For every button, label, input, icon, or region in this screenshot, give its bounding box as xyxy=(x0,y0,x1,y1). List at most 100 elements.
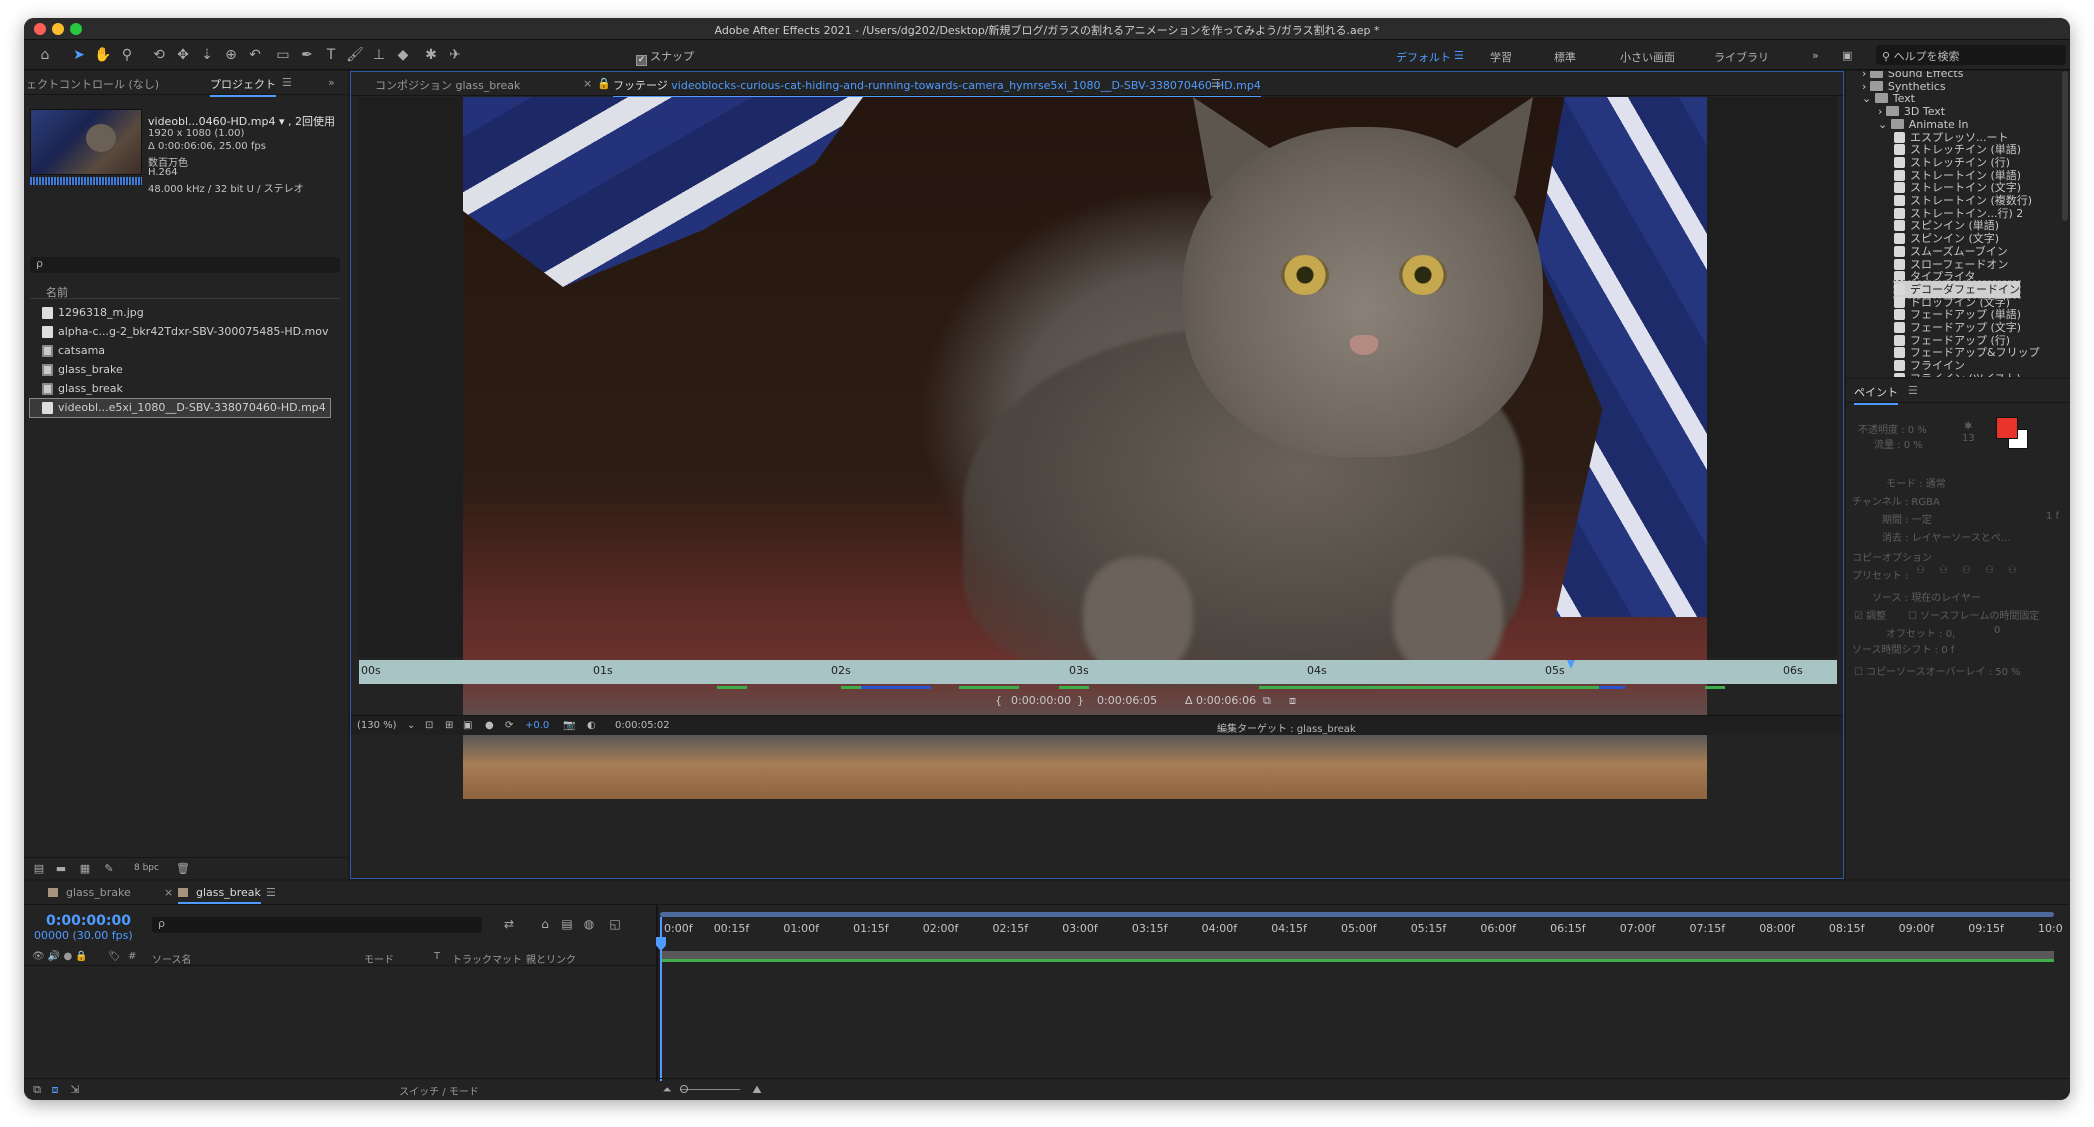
zoom-slider-knob[interactable] xyxy=(680,1085,688,1093)
dolly-camera-icon[interactable]: ⇣ xyxy=(198,46,216,64)
chevron-down-icon[interactable]: ⌄ xyxy=(1862,92,1875,105)
workspace-default[interactable]: デフォルト xyxy=(1396,49,1451,65)
draft-3d-icon[interactable]: ⌂ xyxy=(536,915,554,933)
dropdown-chevron-icon[interactable]: ⌄ xyxy=(407,720,415,731)
column-parent-link[interactable]: 親とリンク xyxy=(526,951,576,966)
time-navigator[interactable] xyxy=(660,912,2054,917)
magnification-dropdown[interactable]: (130 %) xyxy=(357,720,397,731)
column-number[interactable]: # xyxy=(128,951,136,962)
effects-scrollbar[interactable] xyxy=(2062,71,2068,221)
fit-icon[interactable]: ⊡ xyxy=(425,720,433,731)
tab-paint[interactable]: ペイント xyxy=(1854,384,1898,405)
workspace-standard[interactable]: 標準 xyxy=(1554,49,1576,65)
project-search-input[interactable]: ρ xyxy=(30,257,340,273)
eraser-tool-icon[interactable]: ◆ xyxy=(394,46,412,64)
workspace-libraries[interactable]: ライブラリ xyxy=(1714,49,1769,65)
zoom-in-icon[interactable]: ⛰ xyxy=(748,1081,766,1099)
column-source-name[interactable]: ソース名 xyxy=(152,951,192,966)
flow-field[interactable]: 流量 : 0 % xyxy=(1874,436,1923,451)
current-time-display[interactable]: 0:00:05:02 xyxy=(615,720,670,731)
clone-source-dropdown[interactable]: ソース : 現在のレイヤー xyxy=(1872,589,1981,604)
lock-source-time-checkbox[interactable]: ☐ ソースフレームの時間固定 xyxy=(1908,607,2039,622)
pen-tool-icon[interactable]: ✒ xyxy=(298,46,316,64)
mask-visibility-icon[interactable]: ▣ xyxy=(463,720,472,731)
color-channel-icon[interactable]: ● xyxy=(485,720,494,731)
home-icon[interactable]: ⌂ xyxy=(36,46,54,64)
out-point-bracket-icon[interactable]: } xyxy=(1077,694,1084,707)
snap-checkbox[interactable]: ✓ スナップ xyxy=(636,48,694,66)
interpret-footage-icon[interactable]: ▤ xyxy=(30,860,48,878)
tab-footage[interactable]: フッテージ videoblocks-curious-cat-hiding-and… xyxy=(613,77,1261,98)
frames-field[interactable]: 1 f xyxy=(2046,511,2059,522)
hand-tool-icon[interactable]: ✋ xyxy=(94,46,112,64)
foreground-color-swatch[interactable] xyxy=(1996,417,2018,439)
help-search-input[interactable]: ⚲ ヘルプを検索 xyxy=(1876,45,2066,65)
current-time-indicator[interactable] xyxy=(660,917,662,1081)
panel-menu-icon[interactable]: ☰ xyxy=(282,76,292,89)
shy-layers-icon[interactable]: ▤ xyxy=(558,915,576,933)
layer-switches-icon[interactable]: ⧉ xyxy=(28,1081,46,1099)
type-tool-icon[interactable]: T xyxy=(322,46,340,64)
chevron-down-icon[interactable]: ⌄ xyxy=(1878,118,1891,131)
av-features-icons[interactable]: 👁 🔊 ● 🔒 xyxy=(32,951,88,962)
brush-tip-icon[interactable]: ✱ xyxy=(1964,421,1972,432)
frame-blending-icon[interactable]: ◍ xyxy=(580,915,598,933)
column-track-matte[interactable]: トラックマット xyxy=(452,951,522,966)
motion-blur-icon[interactable]: ◱ xyxy=(606,915,624,933)
project-item[interactable]: catsama xyxy=(30,342,330,360)
project-item[interactable]: 1296318_m.jpg xyxy=(30,304,330,322)
clone-overlay-checkbox[interactable]: ☐ コピーソースオーバーレイ : 50 % xyxy=(1854,663,2021,678)
project-item[interactable]: glass_break xyxy=(30,380,330,398)
selection-tool-icon[interactable]: ➤ xyxy=(70,46,88,64)
column-t[interactable]: T xyxy=(434,951,440,962)
source-time-shift-field[interactable]: ソース時間シフト : 0 f xyxy=(1852,641,1954,656)
rectangle-tool-icon[interactable]: ▭ xyxy=(274,46,292,64)
exposure-value[interactable]: +0.0 xyxy=(525,720,549,731)
close-tab-icon[interactable]: × xyxy=(164,886,173,899)
aligned-checkbox[interactable]: ☑ 調整 xyxy=(1854,607,1886,622)
pan-behind-icon[interactable]: ⊕ xyxy=(222,46,240,64)
grid-icon[interactable]: ⊞ xyxy=(445,720,453,731)
tab-timeline-glass-break[interactable]: glass_break xyxy=(178,886,261,904)
footage-playhead[interactable] xyxy=(1566,660,1575,669)
expand-panels-icon[interactable]: » xyxy=(328,76,335,89)
zoom-slider[interactable] xyxy=(680,1089,740,1090)
channel-dropdown[interactable]: チャンネル : RGBA xyxy=(1852,493,1940,508)
column-header-name[interactable]: 名前 xyxy=(30,284,340,299)
stretch-icon[interactable]: ⇲ xyxy=(66,1081,84,1099)
show-snapshot-icon[interactable]: ◐ xyxy=(587,720,596,731)
viewer-canvas[interactable] xyxy=(359,97,1837,799)
orbit-camera-icon[interactable]: ⟲ xyxy=(150,46,168,64)
project-item[interactable]: alpha-c...g-2_bkr42Tdxr-SBV-300075485-HD… xyxy=(30,323,330,341)
transfer-controls-icon[interactable]: ⧈ xyxy=(46,1081,64,1099)
pan-camera-icon[interactable]: ✥ xyxy=(174,46,192,64)
footage-name[interactable]: videobl...0460-HD.mp4 ▾ , 2回使用 xyxy=(148,113,335,129)
viewer-panel-menu-icon[interactable]: ☰ xyxy=(1211,77,1221,90)
workspace-menu-icon[interactable]: ☰ xyxy=(1454,49,1464,62)
offset-field[interactable]: オフセット : 0, xyxy=(1886,625,1955,640)
tab-composition-glass-break[interactable]: コンポジション glass_break xyxy=(375,77,520,93)
tab-effect-controls[interactable]: ェクトコントロール (なし) xyxy=(26,76,159,92)
puppet-pin-icon[interactable]: ✈ xyxy=(446,46,464,64)
effect-preset-item[interactable]: フライイン (ツイスト) xyxy=(1894,370,2021,377)
label-icon[interactable]: 🏷 xyxy=(108,951,121,962)
tab-project[interactable]: プロジェクト xyxy=(210,76,276,97)
roto-brush-icon[interactable]: ✱ xyxy=(422,46,440,64)
comp-mini-flowchart-icon[interactable]: ⇄ xyxy=(500,915,518,933)
tab-timeline-glass-brake[interactable]: glass_brake xyxy=(48,886,131,899)
ripple-insert-icon[interactable]: ⧉ xyxy=(1263,694,1271,708)
project-settings-icon[interactable]: ✎ xyxy=(100,860,118,878)
lock-icon[interactable]: 🔒 xyxy=(597,77,611,90)
offset-y-field[interactable]: 0 xyxy=(1994,625,2000,636)
mode-dropdown[interactable]: モード : 通常 xyxy=(1886,475,1946,490)
snapshot-icon[interactable]: 📷 xyxy=(563,720,575,731)
overlay-edit-icon[interactable]: ⧈ xyxy=(1289,694,1296,708)
zoom-tool-icon[interactable]: ⚲ xyxy=(118,46,136,64)
reset-exposure-icon[interactable]: ⟳ xyxy=(505,720,513,731)
new-folder-icon[interactable]: ▬ xyxy=(52,860,70,878)
timeline-search-input[interactable]: ρ xyxy=(152,917,482,933)
project-item-selected[interactable]: videobl...e5xi_1080__D-SBV-338070460-HD.… xyxy=(29,398,331,418)
in-point-bracket-icon[interactable]: { xyxy=(995,694,1002,707)
new-composition-icon[interactable]: ▦ xyxy=(76,860,94,878)
zoom-out-icon[interactable]: ⏶ xyxy=(658,1081,676,1099)
